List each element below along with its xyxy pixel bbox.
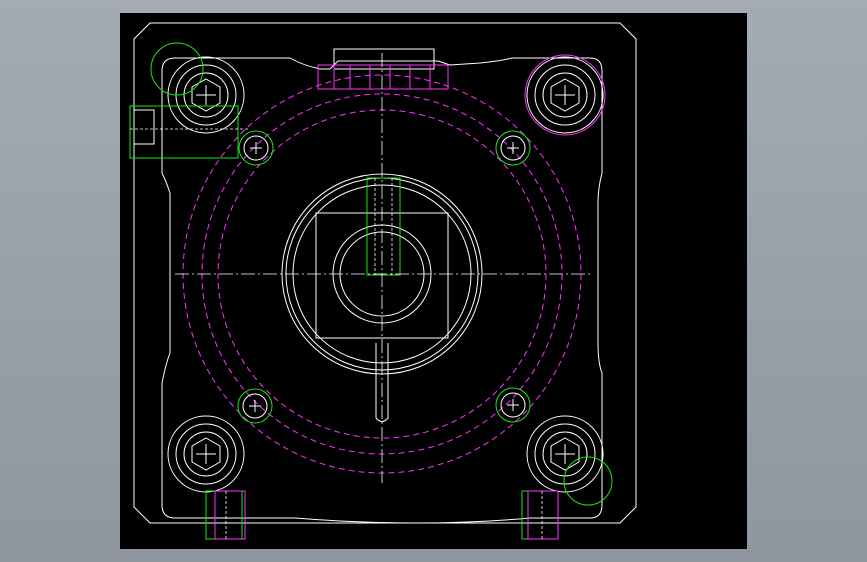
cad-viewport[interactable] [120,13,747,549]
cylinder-flange-drawing [129,22,637,540]
pin-hole-top-left [238,130,274,166]
bolt-bottom-left [167,415,245,493]
top-port-block [333,48,435,70]
pin-hole-top-right [495,130,531,166]
highlight-circle-br [563,456,613,506]
pin-hole-bottom-left [237,388,273,424]
bottom-left-port [205,490,246,540]
pin-hole-bottom-right [495,387,531,423]
outer-body-outline [133,22,637,524]
bottom-right-port [521,490,559,540]
bolt-top-right [524,54,606,136]
bolt-bottom-right [526,415,604,493]
port-fitting-left [129,105,250,159]
